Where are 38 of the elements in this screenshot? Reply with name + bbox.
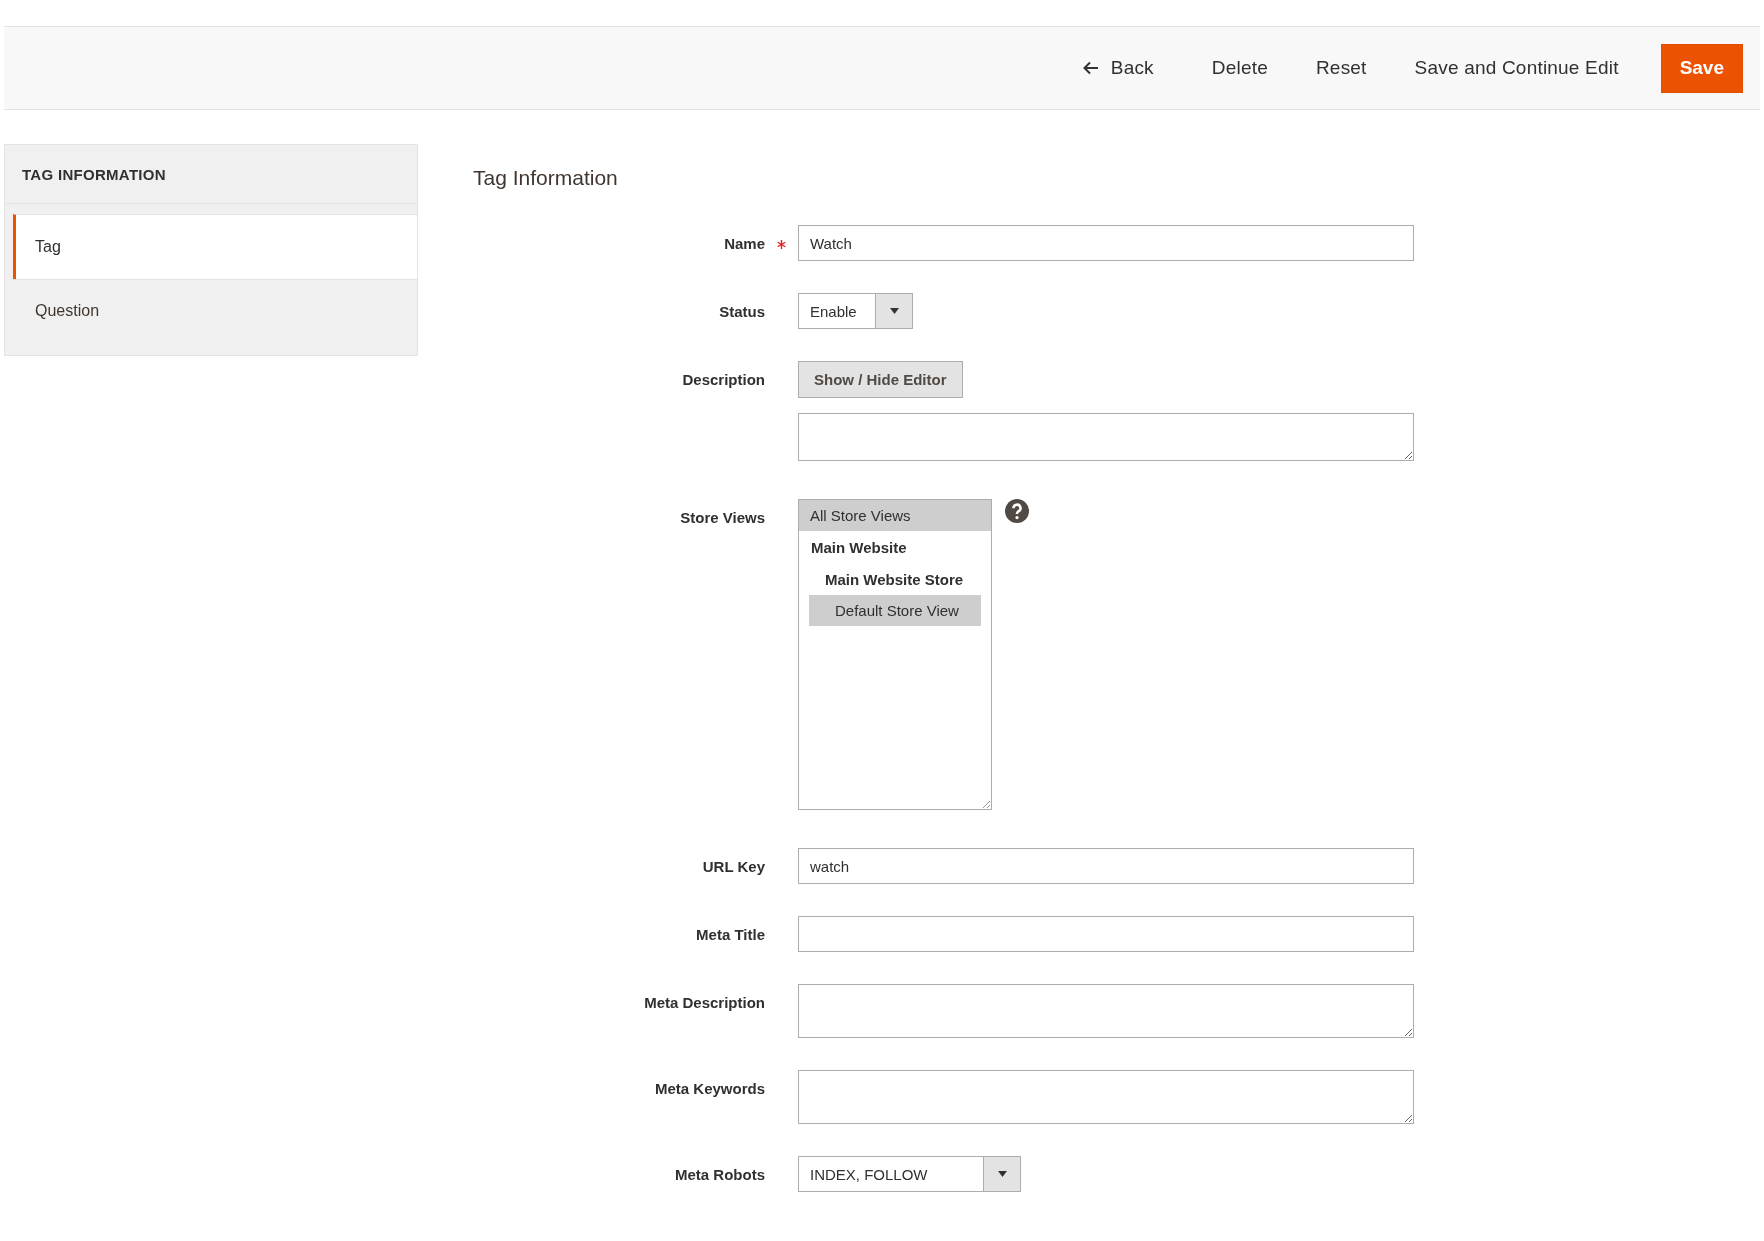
store-view-option[interactable]: Default Store View (809, 595, 981, 626)
dropdown[interactable]: INDEX, FOLLOW (798, 1156, 1021, 1192)
sidebar-tab[interactable]: Question (13, 279, 417, 355)
text-field[interactable] (798, 916, 1414, 952)
text-area[interactable] (798, 413, 1414, 461)
field-label: Meta Keywords (653, 1079, 765, 1099)
toggle-editor-button[interactable]: Show / Hide Editor (798, 361, 963, 398)
help-icon[interactable] (1005, 499, 1029, 523)
action-button[interactable]: Reset (1295, 47, 1387, 89)
action-button[interactable]: Delete (1191, 47, 1288, 89)
text-field[interactable]: Watch (798, 225, 1414, 261)
section-title: Tag Information (473, 166, 619, 190)
dropdown[interactable]: Enable (798, 293, 913, 329)
field-label: URL Key (701, 857, 765, 877)
text-area[interactable] (798, 984, 1414, 1038)
text-area[interactable] (798, 1070, 1414, 1124)
caret-icon (997, 1171, 1007, 1177)
back-button[interactable]: Back (1062, 47, 1174, 89)
field-label: Status (718, 302, 765, 322)
caret-icon (889, 308, 899, 314)
field-label: Meta Title (695, 925, 765, 945)
field-label: Name (723, 234, 765, 254)
sidebar-tab[interactable]: Tag (13, 214, 417, 279)
save-button[interactable]: Save (1660, 43, 1743, 93)
field-label: Meta Robots (674, 1165, 765, 1185)
text-field[interactable]: watch (798, 848, 1414, 884)
option-group-label: Main Website Store (824, 569, 965, 590)
resize-grip-icon[interactable] (982, 800, 990, 808)
store-view-list[interactable]: All Store Views Main Website Main Website Store Default Store View (798, 499, 992, 810)
sidebar-heading: TAG INFORMATION (4, 144, 418, 204)
option-group-label: Main Website (810, 537, 908, 558)
required-asterisk-icon (777, 240, 786, 249)
field-label: Meta Description (643, 993, 765, 1013)
store-view-option[interactable]: All Store Views (799, 500, 991, 531)
back-arrow-icon (1082, 61, 1099, 75)
field-label: Description (681, 370, 765, 390)
action-button[interactable]: Save and Continue Edit (1394, 47, 1639, 89)
field-label: Store Views (679, 508, 765, 528)
